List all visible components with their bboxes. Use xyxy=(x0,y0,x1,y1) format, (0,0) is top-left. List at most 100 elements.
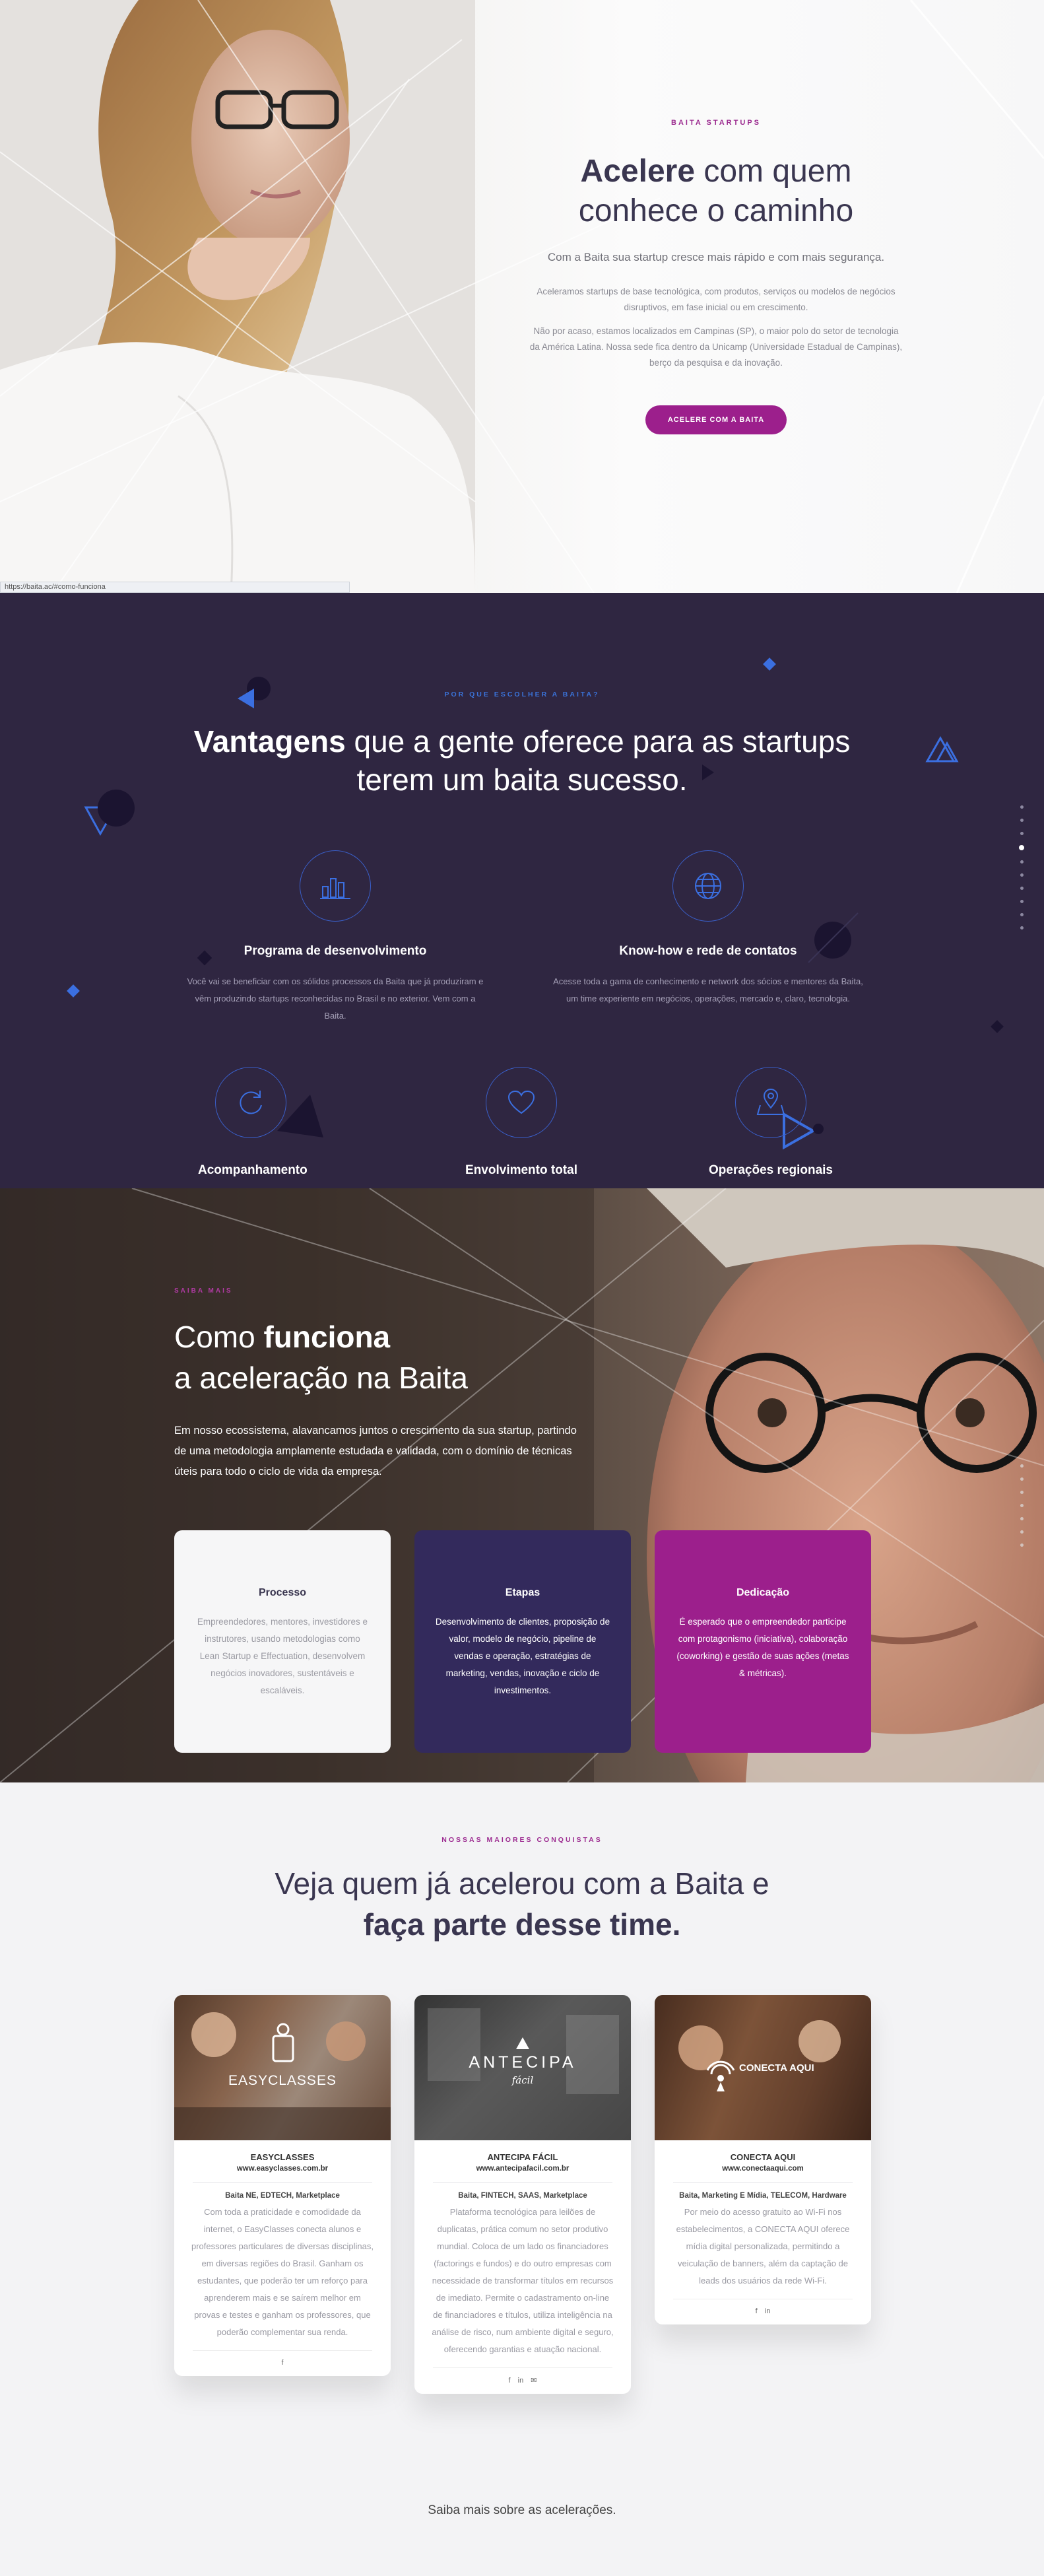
startup-photo: EASYCLASSES xyxy=(174,1995,391,2140)
nav-dot[interactable] xyxy=(1020,1477,1024,1481)
linkedin-icon[interactable]: in xyxy=(518,2377,524,2385)
chart-icon xyxy=(300,850,371,922)
portfolio-title: Veja quem já acelerou com a Baita e faça … xyxy=(0,1863,1044,1945)
startup-description: Plataforma tecnológica para leilões de d… xyxy=(432,2207,614,2354)
hero-eyebrow: BAITA STARTUPS xyxy=(671,119,761,127)
map-pin-icon xyxy=(735,1067,806,1138)
startup-tags: Baita, Marketing E Mídia, TELECOM, Hardw… xyxy=(679,2192,847,2200)
divider xyxy=(433,2182,612,2183)
hero-lead: Com a Baita sua startup cresce mais rápi… xyxy=(547,251,885,263)
advantages-title-line2: terem um baita sucesso. xyxy=(356,763,688,797)
hero-title-bold: Acelere xyxy=(580,154,696,189)
card-description: Desenvolvimento de clientes, proposição … xyxy=(435,1617,610,1695)
advantages-section: POR QUE ESCOLHER A BAITA? Vantagens que … xyxy=(0,593,1044,1188)
hero-section: BAITA STARTUPS Acelere com quem conhece o… xyxy=(0,0,1044,593)
feature-development: Programa de desenvolvimento Você vai se … xyxy=(183,850,487,1025)
how-title-pre: Como xyxy=(174,1320,264,1354)
feature-title: Operações regionais xyxy=(709,1163,833,1177)
how-paragraph: Em nosso ecossistema, alavancamos juntos… xyxy=(174,1425,577,1477)
refresh-icon xyxy=(215,1067,286,1138)
startup-social-links: f in xyxy=(673,2299,853,2324)
advantages-title-bold: Vantagens xyxy=(193,724,346,759)
startup-description: Com toda a praticidade e comodidade da i… xyxy=(191,2207,374,2337)
nav-dot[interactable] xyxy=(1020,1517,1024,1520)
nav-dot[interactable] xyxy=(1020,819,1024,822)
startup-card-conecta-aqui[interactable]: CONECTA AQUI CONECTA AQUI www.conectaaqu… xyxy=(655,1995,871,2324)
startup-card-easyclasses[interactable]: EASYCLASSES EASYCLASSES www.easyclasses.… xyxy=(174,1995,391,2376)
card-title: Etapas xyxy=(505,1587,540,1598)
portfolio-title-line2: faça parte desse time. xyxy=(363,1907,681,1942)
feature-title: Programa de desenvolvimento xyxy=(244,944,427,958)
startup-url[interactable]: www.easyclasses.com.br xyxy=(174,2165,391,2173)
how-title-line2: a aceleração na Baita xyxy=(174,1361,468,1395)
facebook-icon[interactable]: f xyxy=(281,2359,283,2367)
feature-description: Você vai se beneficiar com os sólidos pr… xyxy=(187,976,484,1021)
nav-dot[interactable] xyxy=(1020,805,1024,809)
how-title: Como funciona a aceleração na Baita xyxy=(174,1316,468,1398)
email-icon[interactable]: ✉ xyxy=(531,2377,537,2385)
nav-dot[interactable] xyxy=(1020,900,1024,903)
hero-title-rest: com quem xyxy=(695,154,852,189)
section-dots-navigation xyxy=(1019,805,1024,939)
feature-title: Acompanhamento xyxy=(198,1163,308,1177)
facebook-icon[interactable]: f xyxy=(509,2377,511,2385)
feature-description: Acesse toda a gama de conhecimento e net… xyxy=(553,976,863,1003)
advantages-title-rest: que a gente oferece para as startups xyxy=(345,724,851,759)
startup-url[interactable]: www.conectaaqui.com xyxy=(655,2165,871,2173)
startup-name: CONECTA AQUI xyxy=(730,2152,796,2162)
more-accelerations-link[interactable]: Saiba mais sobre as acelerações. xyxy=(0,2503,1044,2518)
feature-regional-operations: Operações regionais xyxy=(698,1067,843,1178)
startup-card-antecipa[interactable]: ANTECIPA fácil ANTECIPA FÁCIL www.anteci… xyxy=(414,1995,631,2394)
feature-follow-up: Acompanhamento xyxy=(198,1067,308,1178)
startup-photo: CONECTA AQUI xyxy=(655,1995,871,2140)
startup-logo-text: ANTECIPA xyxy=(469,2053,577,2072)
feature-title: Know-how e rede de contatos xyxy=(619,944,797,958)
feature-know-how: Know-how e rede de contatos Acesse toda … xyxy=(553,850,863,1007)
startup-logo-text: EASYCLASSES xyxy=(228,2073,337,2088)
divider xyxy=(673,2182,853,2183)
hero-paragraph-1: Aceleramos startups de base tecnológica,… xyxy=(537,287,896,312)
startup-photo: ANTECIPA fácil xyxy=(414,1995,631,2140)
nav-dot[interactable] xyxy=(1020,926,1024,930)
portfolio-title-line1: Veja quem já acelerou com a Baita e xyxy=(275,1866,769,1901)
startup-logo-text: CONECTA AQUI xyxy=(739,2062,814,2074)
startup-tags: Baita NE, EDTECH, Marketplace xyxy=(225,2192,340,2200)
startup-name: ANTECIPA FÁCIL xyxy=(487,2152,558,2162)
portfolio-eyebrow: NOSSAS MAIORES CONQUISTAS xyxy=(441,1836,603,1844)
hero-title: Acelere com quem conhece o caminho xyxy=(528,152,904,231)
startup-url[interactable]: www.antecipafacil.com.br xyxy=(414,2165,631,2173)
startup-logo-subtext: fácil xyxy=(511,2074,534,2086)
nav-dot[interactable] xyxy=(1020,1504,1024,1507)
nav-dot[interactable] xyxy=(1020,860,1024,864)
nav-dot[interactable] xyxy=(1020,1530,1024,1534)
nav-dot[interactable] xyxy=(1020,873,1024,877)
advantages-eyebrow: POR QUE ESCOLHER A BAITA? xyxy=(444,691,600,698)
nav-dot[interactable] xyxy=(1020,1543,1024,1547)
startup-tags: Baita, FINTECH, SAAS, Marketplace xyxy=(458,2192,587,2200)
startup-description: Por meio do acesso gratuito ao Wi-Fi nos… xyxy=(676,2207,850,2286)
card-description: É esperado que o empreendedor participe … xyxy=(676,1617,849,1678)
hero-content: BAITA STARTUPS Acelere com quem conhece o… xyxy=(528,119,904,434)
card-description: Empreendedores, mentores, investidores e… xyxy=(197,1617,368,1695)
nav-dot[interactable] xyxy=(1020,1464,1024,1468)
startup-name: EASYCLASSES xyxy=(250,2152,315,2162)
heart-icon xyxy=(486,1067,557,1138)
accelerate-button[interactable]: ACELERE COM A BAITA xyxy=(645,405,787,434)
nav-dot-active[interactable] xyxy=(1019,845,1024,850)
linkedin-icon[interactable]: in xyxy=(765,2307,771,2315)
card-title: Processo xyxy=(258,1587,307,1598)
nav-dot[interactable] xyxy=(1020,832,1024,835)
card-title: Dedicação xyxy=(736,1587,790,1598)
section-dots-navigation-2 xyxy=(1019,1464,1024,1557)
nav-dot[interactable] xyxy=(1020,1491,1024,1494)
facebook-icon[interactable]: f xyxy=(756,2307,758,2315)
globe-icon xyxy=(672,850,744,922)
feature-title: Envolvimento total xyxy=(465,1163,577,1177)
nav-dot[interactable] xyxy=(1020,887,1024,890)
stages-card: Etapas Desenvolvimento de clientes, prop… xyxy=(414,1530,631,1753)
hero-paragraph-2: Não por acaso, estamos localizados em Ca… xyxy=(529,326,903,368)
nav-dot[interactable] xyxy=(1020,913,1024,916)
feature-total-involvement: Envolvimento total xyxy=(455,1067,587,1178)
advantages-title: Vantagens que a gente oferece para as st… xyxy=(0,722,1044,799)
how-eyebrow: SAIBA MAIS xyxy=(174,1287,233,1295)
